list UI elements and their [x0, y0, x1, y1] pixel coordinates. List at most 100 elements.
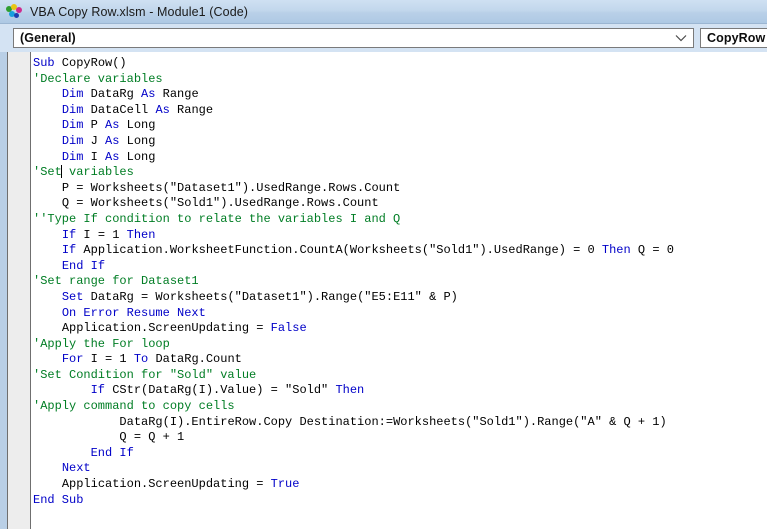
code-line: If I = 1 Then — [33, 228, 767, 244]
code-token: To — [133, 352, 149, 367]
code-token: If — [61, 227, 77, 242]
code-pane[interactable]: Sub CopyRow() 'Declare variables Dim Data… — [0, 52, 767, 529]
code-token: For — [61, 352, 84, 367]
code-line: If CStr(DataRg(I).Value) = "Sold" Then — [33, 383, 767, 399]
code-token: Dim — [61, 133, 84, 148]
code-line: Application.ScreenUpdating = False — [33, 321, 767, 337]
code-line: 'Apply the For loop — [33, 337, 767, 353]
code-line: Dim P As Long — [33, 118, 767, 134]
code-token: As — [155, 102, 170, 117]
code-line: End If — [33, 259, 767, 275]
code-token: Q = 0 — [630, 243, 674, 258]
code-token: 'Set — [33, 165, 62, 180]
code-token: 'Set Condition for "Sold" value — [33, 367, 257, 382]
code-token: Dim — [61, 118, 84, 133]
procedure-dropdown[interactable]: CopyRow — [700, 28, 767, 48]
code-token: Then — [126, 227, 156, 242]
code-token: 'Apply the For loop — [33, 336, 170, 351]
code-token: DataRg — [83, 87, 142, 102]
code-token: End Sub — [33, 492, 84, 507]
code-token: As — [105, 149, 120, 164]
vba-editor-window: VBA Copy Row.xlsm - Module1 (Code) (Gene… — [0, 0, 767, 529]
code-token: CopyRow() — [54, 56, 127, 70]
code-token: I = 1 — [76, 227, 127, 242]
code-token: True — [270, 477, 300, 492]
object-dropdown-value: (General) — [20, 31, 76, 45]
code-line: Dim DataCell As Range — [33, 103, 767, 119]
code-token: End If — [90, 445, 134, 460]
code-token: Application.WorksheetFunction.CountA(Wor… — [76, 243, 602, 258]
chevron-down-icon[interactable] — [675, 32, 687, 44]
margin-indicator-bar[interactable] — [7, 52, 31, 529]
object-dropdown[interactable]: (General) — [13, 28, 694, 48]
code-token: DataRg = Worksheets("Dataset1").Range("E… — [83, 289, 458, 304]
code-token: Dim — [61, 102, 84, 117]
code-token: I = 1 — [83, 352, 134, 367]
code-line: Dim DataRg As Range — [33, 87, 767, 103]
window-title: VBA Copy Row.xlsm - Module1 (Code) — [30, 4, 249, 19]
code-line: ''Type If condition to relate the variab… — [33, 212, 767, 228]
code-token: DataRg(I).EntireRow.Copy Destination:=Wo… — [119, 414, 667, 429]
code-line: Q = Worksheets("Sold1").UsedRange.Rows.C… — [33, 196, 767, 212]
code-token: Q = Worksheets("Sold1").UsedRange.Rows.C… — [61, 196, 379, 211]
code-line: 'Set range for Dataset1 — [33, 274, 767, 290]
code-token: P = Worksheets("Dataset1").UsedRange.Row… — [61, 180, 401, 195]
code-line: Dim I As Long — [33, 150, 767, 166]
code-line: End If — [33, 446, 767, 462]
code-token: On Error Resume Next — [61, 305, 206, 320]
code-line: 'Declare variables — [33, 72, 767, 88]
code-line: 'Set variables — [33, 165, 767, 181]
code-line: 'Apply command to copy cells — [33, 399, 767, 415]
code-token: 'Apply command to copy cells — [33, 399, 235, 414]
code-token: P — [83, 118, 106, 133]
code-token: Range — [155, 87, 199, 102]
title-bar: VBA Copy Row.xlsm - Module1 (Code) — [0, 0, 767, 24]
code-line: Sub CopyRow() — [33, 56, 767, 72]
code-token: Then — [601, 243, 631, 258]
code-line: Set DataRg = Worksheets("Dataset1").Rang… — [33, 290, 767, 306]
code-token: End If — [61, 258, 106, 273]
code-token: Application.ScreenUpdating = — [61, 477, 271, 492]
code-token: ''Type If condition to relate the variab… — [33, 211, 401, 226]
code-token: Next — [61, 461, 91, 476]
code-token: 'Declare variables — [33, 71, 163, 86]
code-token: Dim — [61, 87, 84, 102]
code-token: CStr(DataRg(I).Value) = "Sold" — [105, 383, 336, 398]
code-token: Range — [169, 102, 214, 117]
code-token: Long — [119, 133, 156, 148]
code-token: DataRg.Count — [148, 352, 242, 367]
code-token: 'Set range for Dataset1 — [33, 274, 199, 289]
code-token: Long — [119, 118, 156, 133]
code-token: Dim — [61, 149, 84, 164]
code-token: Long — [119, 149, 156, 164]
code-token: J — [83, 133, 106, 148]
code-line: Application.ScreenUpdating = True — [33, 477, 767, 493]
code-line: DataRg(I).EntireRow.Copy Destination:=Wo… — [33, 415, 767, 431]
code-line: On Error Resume Next — [33, 306, 767, 322]
code-token: Q = Q + 1 — [119, 430, 185, 445]
code-line: For I = 1 To DataRg.Count — [33, 352, 767, 368]
code-token: Sub — [33, 56, 55, 70]
vba-module-icon — [6, 3, 24, 20]
code-pane-toolbar: (General) CopyRow — [0, 24, 767, 52]
code-token: Application.ScreenUpdating = — [61, 321, 271, 336]
procedure-dropdown-value: CopyRow — [707, 31, 766, 45]
code-token: If — [90, 383, 106, 398]
code-token: DataCell — [83, 102, 156, 117]
code-token: Set — [61, 289, 84, 304]
code-token: As — [141, 87, 156, 102]
code-token: If — [61, 243, 77, 258]
code-token: As — [105, 118, 120, 133]
code-line: P = Worksheets("Dataset1").UsedRange.Row… — [33, 181, 767, 197]
code-line: Dim J As Long — [33, 134, 767, 150]
pane-left-strip — [0, 52, 7, 529]
code-token: False — [270, 321, 307, 336]
code-line: End Sub — [33, 493, 767, 509]
code-token: As — [105, 133, 120, 148]
code-text-area[interactable]: Sub CopyRow() 'Declare variables Dim Data… — [33, 52, 767, 529]
code-line: 'Set Condition for "Sold" value — [33, 368, 767, 384]
code-line: Next — [33, 461, 767, 477]
code-line: Q = Q + 1 — [33, 430, 767, 446]
code-token: I — [83, 149, 106, 164]
code-token: variables — [61, 165, 134, 180]
